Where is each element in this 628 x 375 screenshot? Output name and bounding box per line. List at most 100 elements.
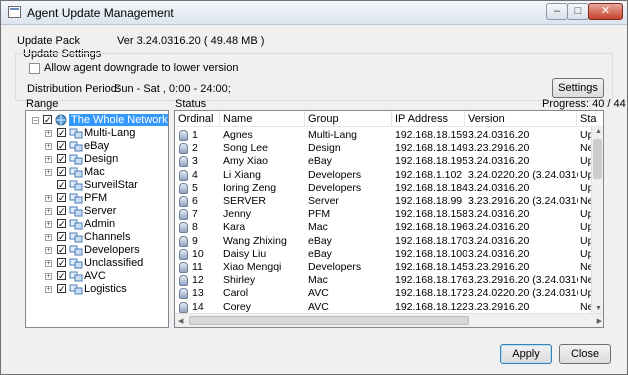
table-row[interactable]: 1 Agnes Multi-Lang 192.168.18.159 3.24.0316.… [175, 129, 595, 142]
table-header: Ordinal Name Group IP Address Version Sta [175, 111, 603, 127]
minimize-button[interactable]: – [546, 3, 568, 20]
column-header[interactable]: Version [468, 113, 505, 125]
column-header[interactable]: IP Address [395, 113, 448, 125]
column-divider[interactable] [576, 111, 577, 127]
horizontal-scrollbar[interactable]: ◀ ▶ [175, 313, 603, 327]
table-row[interactable]: 10 Daisy Liu eBay 192.168.18.100 3.24.0316.2… [175, 248, 595, 261]
column-divider[interactable] [464, 111, 465, 127]
checkbox-checked-icon[interactable]: ✓ [57, 180, 66, 190]
table-row[interactable]: 12 Shirley Mac 192.168.18.176 3.23.2916.20 (… [175, 274, 595, 287]
tree-item[interactable]: + ✓ Mac [26, 166, 166, 179]
expand-icon[interactable]: + [45, 234, 52, 241]
expand-icon[interactable]: + [45, 143, 52, 150]
table-row[interactable]: 5 Ioring Zeng Developers 192.168.18.184 3.24… [175, 182, 595, 195]
table-cell: 192.168.18.122 [395, 300, 467, 313]
tree-item[interactable]: + ✓ Developers [26, 244, 166, 257]
allow-downgrade-checkbox[interactable] [29, 63, 40, 74]
column-header[interactable]: Name [223, 113, 252, 125]
tree-item[interactable]: + ✓ PFM [26, 192, 166, 205]
tree-item[interactable]: + ✓ Multi-Lang [26, 127, 166, 140]
group-icon [69, 167, 83, 178]
maximize-button[interactable]: □ [567, 3, 589, 20]
close-button[interactable]: Close [559, 344, 611, 364]
tree-item[interactable]: + ✓ Admin [26, 218, 166, 231]
expand-icon[interactable]: + [45, 195, 52, 202]
vertical-scrollbar[interactable]: ▲ ▼ [591, 127, 603, 313]
checkbox-checked-icon[interactable]: ✓ [57, 258, 66, 268]
collapse-icon[interactable]: – [32, 117, 39, 124]
table-cell: 192.168.18.184 [395, 181, 467, 194]
tree-item[interactable]: ✓ SurveilStar [26, 179, 166, 192]
apply-button[interactable]: Apply [500, 344, 552, 364]
network-icon [55, 114, 67, 126]
column-header[interactable]: Ordinal [178, 113, 213, 125]
checkbox-checked-icon[interactable]: ✓ [57, 154, 66, 164]
table-row[interactable]: 13 Carol AVC 192.168.18.172 3.24.0220.20 (3.… [175, 287, 595, 300]
column-header[interactable]: Group [308, 113, 339, 125]
expand-icon[interactable]: + [45, 260, 52, 267]
checkbox-checked-icon[interactable]: ✓ [57, 284, 66, 294]
range-tree[interactable]: – ✓ The Whole Network + ✓ Multi-Lang + ✓ eBay… [25, 110, 169, 328]
expand-icon[interactable]: + [45, 208, 52, 215]
scroll-right-icon[interactable]: ▶ [597, 317, 602, 325]
window-app-icon [8, 6, 21, 18]
table-cell: 192.168.18.172 [395, 287, 467, 300]
horizontal-scroll-thumb[interactable] [189, 316, 469, 325]
table-cell: 3.23.2916.20 [468, 142, 530, 155]
tree-item-label: AVC [84, 270, 106, 282]
tree-item[interactable]: + ✓ Design [26, 153, 166, 166]
table-row[interactable]: 8 Kara Mac 192.168.18.196 3.24.0316.20 Up [175, 221, 595, 234]
table-row[interactable]: 3 Amy Xiao eBay 192.168.18.195 3.24.0316.20 U… [175, 155, 595, 168]
scroll-up-icon[interactable]: ▲ [595, 128, 602, 135]
tree-item[interactable]: + ✓ Logistics [26, 283, 166, 296]
checkbox-checked-icon[interactable]: ✓ [57, 193, 66, 203]
table-row[interactable]: 11 Xiao Mengqi Developers 192.168.18.145 3.2… [175, 261, 595, 274]
expand-icon[interactable]: + [45, 221, 52, 228]
table-row[interactable]: 14 Corey AVC 192.168.18.122 3.23.2916.20 Ne [175, 301, 595, 314]
table-cell: 192.168.18.158 [395, 208, 467, 221]
expand-icon[interactable]: + [45, 130, 52, 137]
table-cell: 192.168.18.176 [395, 274, 467, 287]
status-label: Status [175, 98, 207, 110]
table-row[interactable]: 4 Li Xiang Developers 192.168.1.102 3.24.022… [175, 169, 595, 182]
agent-icon [179, 235, 188, 247]
checkbox-checked-icon[interactable]: ✓ [57, 245, 66, 255]
column-header[interactable]: Sta [580, 113, 597, 125]
tree-item-label: eBay [84, 140, 110, 152]
checkbox-checked-icon[interactable]: ✓ [57, 271, 66, 281]
column-divider[interactable] [219, 111, 220, 127]
expand-icon[interactable]: + [45, 169, 52, 176]
checkbox-checked-icon[interactable]: ✓ [57, 128, 66, 138]
tree-item[interactable]: + ✓ Server [26, 205, 166, 218]
tree-item[interactable]: + ✓ Unclassified [26, 257, 166, 270]
checkbox-checked-icon[interactable]: ✓ [43, 115, 52, 125]
expand-icon[interactable]: + [45, 247, 52, 254]
table-cell: 3.24.0220.20 (3.24.0316.20) [468, 287, 578, 300]
tree-item[interactable]: + ✓ Channels [26, 231, 166, 244]
checkbox-checked-icon[interactable]: ✓ [57, 232, 66, 242]
vertical-scroll-thumb[interactable] [593, 139, 602, 179]
tree-item[interactable]: + ✓ AVC [26, 270, 166, 283]
scroll-down-icon[interactable]: ▼ [595, 305, 602, 312]
table-row[interactable]: 7 Jenny PFM 192.168.18.158 3.24.0316.20 Up [175, 208, 595, 221]
expand-icon[interactable]: + [45, 156, 52, 163]
tree-item[interactable]: + ✓ eBay [26, 140, 166, 153]
checkbox-checked-icon[interactable]: ✓ [57, 219, 66, 229]
update-pack-version: Ver 3.24.0316.20 ( 49.48 MB ) [117, 35, 265, 47]
table-cell: Song Lee [223, 142, 268, 155]
settings-button[interactable]: Settings [552, 78, 604, 98]
agent-icon [179, 196, 188, 207]
column-divider[interactable] [304, 111, 305, 127]
checkbox-checked-icon[interactable]: ✓ [57, 167, 66, 177]
tree-root-row[interactable]: – ✓ The Whole Network [26, 114, 168, 127]
checkbox-checked-icon[interactable]: ✓ [57, 141, 66, 151]
table-row[interactable]: 6 SERVER Server 192.168.18.99 3.23.2916.20 (… [175, 195, 595, 208]
expand-icon[interactable]: + [45, 286, 52, 293]
close-window-button[interactable]: ✕ [588, 3, 623, 20]
scroll-left-icon[interactable]: ◀ [178, 317, 183, 325]
checkbox-checked-icon[interactable]: ✓ [57, 206, 66, 216]
expand-icon[interactable]: + [45, 273, 52, 280]
column-divider[interactable] [391, 111, 392, 127]
table-row[interactable]: 9 Wang Zhixing eBay 192.168.18.170 3.24.0316… [175, 235, 595, 248]
table-row[interactable]: 2 Song Lee Design 192.168.18.149 3.23.2916.2… [175, 142, 595, 155]
